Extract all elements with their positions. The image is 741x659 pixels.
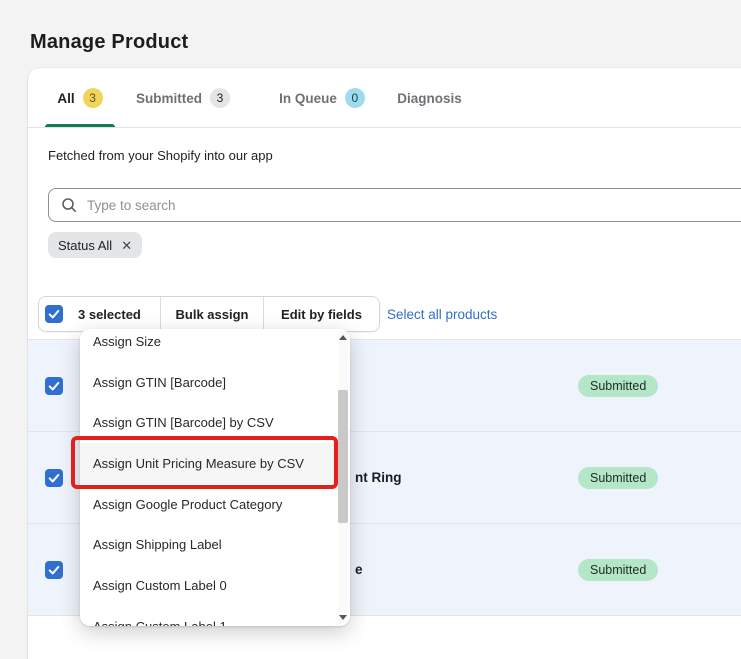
search-input[interactable] [87, 189, 741, 221]
selected-count-label: 3 selected [78, 307, 141, 322]
tab-in-queue-label: In Queue [279, 91, 337, 106]
dropdown-menu-list: Assign Size Assign GTIN [Barcode] Assign… [80, 329, 350, 626]
search-icon [61, 197, 77, 213]
tab-bar: All 3 Submitted 3 In Queue 0 Diagnosis [28, 68, 741, 128]
tab-submitted-count-badge: 3 [210, 88, 230, 108]
tab-all[interactable]: All 3 [45, 68, 115, 128]
tab-in-queue[interactable]: In Queue 0 [272, 68, 372, 128]
bulk-assign-label: Bulk assign [176, 307, 249, 322]
menu-item-assign-gtin[interactable]: Assign GTIN [Barcode] [80, 362, 338, 403]
status-badge: Submitted [578, 559, 658, 581]
row-1-checkbox[interactable] [45, 377, 63, 395]
tab-diagnosis[interactable]: Diagnosis [392, 68, 467, 128]
close-icon[interactable]: ✕ [121, 239, 132, 252]
product-name: e [355, 561, 363, 576]
product-card: All 3 Submitted 3 In Queue 0 Diagnosis F… [28, 68, 741, 659]
fetched-subtitle: Fetched from your Shopify into our app [48, 148, 273, 163]
check-icon [48, 472, 60, 484]
tab-all-label: All [57, 91, 74, 106]
select-all-products-link[interactable]: Select all products [387, 296, 497, 332]
menu-item-assign-custom-label-1[interactable]: Assign Custom Label 1 [80, 606, 338, 626]
menu-item-assign-shipping-label[interactable]: Assign Shipping Label [80, 524, 338, 565]
product-name: nt Ring [355, 469, 402, 484]
tab-diagnosis-label: Diagnosis [397, 91, 462, 106]
bulk-assign-dropdown: Assign Size Assign GTIN [Barcode] Assign… [80, 329, 350, 626]
status-filter-label: Status All [58, 238, 112, 253]
bulk-action-button-group: 3 selected Bulk assign Edit by fields [38, 296, 380, 332]
page-title: Manage Product [30, 31, 188, 54]
status-filter-tag: Status All ✕ [48, 232, 142, 258]
edit-by-fields-label: Edit by fields [281, 307, 362, 322]
edit-by-fields-button[interactable]: Edit by fields [264, 297, 379, 331]
status-badge: Submitted [578, 375, 658, 397]
search-box [48, 188, 741, 222]
manage-product-page: Manage Product All 3 Submitted 3 In Queu… [0, 0, 741, 659]
status-badge: Submitted [578, 467, 658, 489]
select-all-checkbox[interactable] [45, 305, 63, 323]
menu-item-assign-custom-label-0[interactable]: Assign Custom Label 0 [80, 565, 338, 606]
bulk-assign-button[interactable]: Bulk assign [161, 297, 264, 331]
menu-item-assign-google-category[interactable]: Assign Google Product Category [80, 484, 338, 525]
menu-item-assign-size[interactable]: Assign Size [80, 329, 338, 362]
check-icon [48, 380, 60, 392]
selected-count-button[interactable]: 3 selected [39, 297, 161, 331]
tab-all-count-badge: 3 [83, 88, 103, 108]
menu-item-assign-gtin-csv[interactable]: Assign GTIN [Barcode] by CSV [80, 402, 338, 443]
dropdown-scrollbar[interactable] [338, 331, 348, 624]
scroll-up-icon[interactable] [339, 335, 347, 340]
scroll-down-icon[interactable] [339, 615, 347, 620]
check-icon [48, 308, 60, 320]
menu-item-assign-unit-pricing-csv[interactable]: Assign Unit Pricing Measure by CSV [80, 443, 338, 484]
tab-in-queue-count-badge: 0 [345, 88, 365, 108]
scrollbar-thumb[interactable] [338, 390, 348, 523]
active-tab-underline [45, 124, 115, 127]
row-2-checkbox[interactable] [45, 469, 63, 487]
row-3-checkbox[interactable] [45, 561, 63, 579]
check-icon [48, 564, 60, 576]
tab-submitted[interactable]: Submitted 3 [133, 68, 233, 128]
tab-submitted-label: Submitted [136, 91, 202, 106]
